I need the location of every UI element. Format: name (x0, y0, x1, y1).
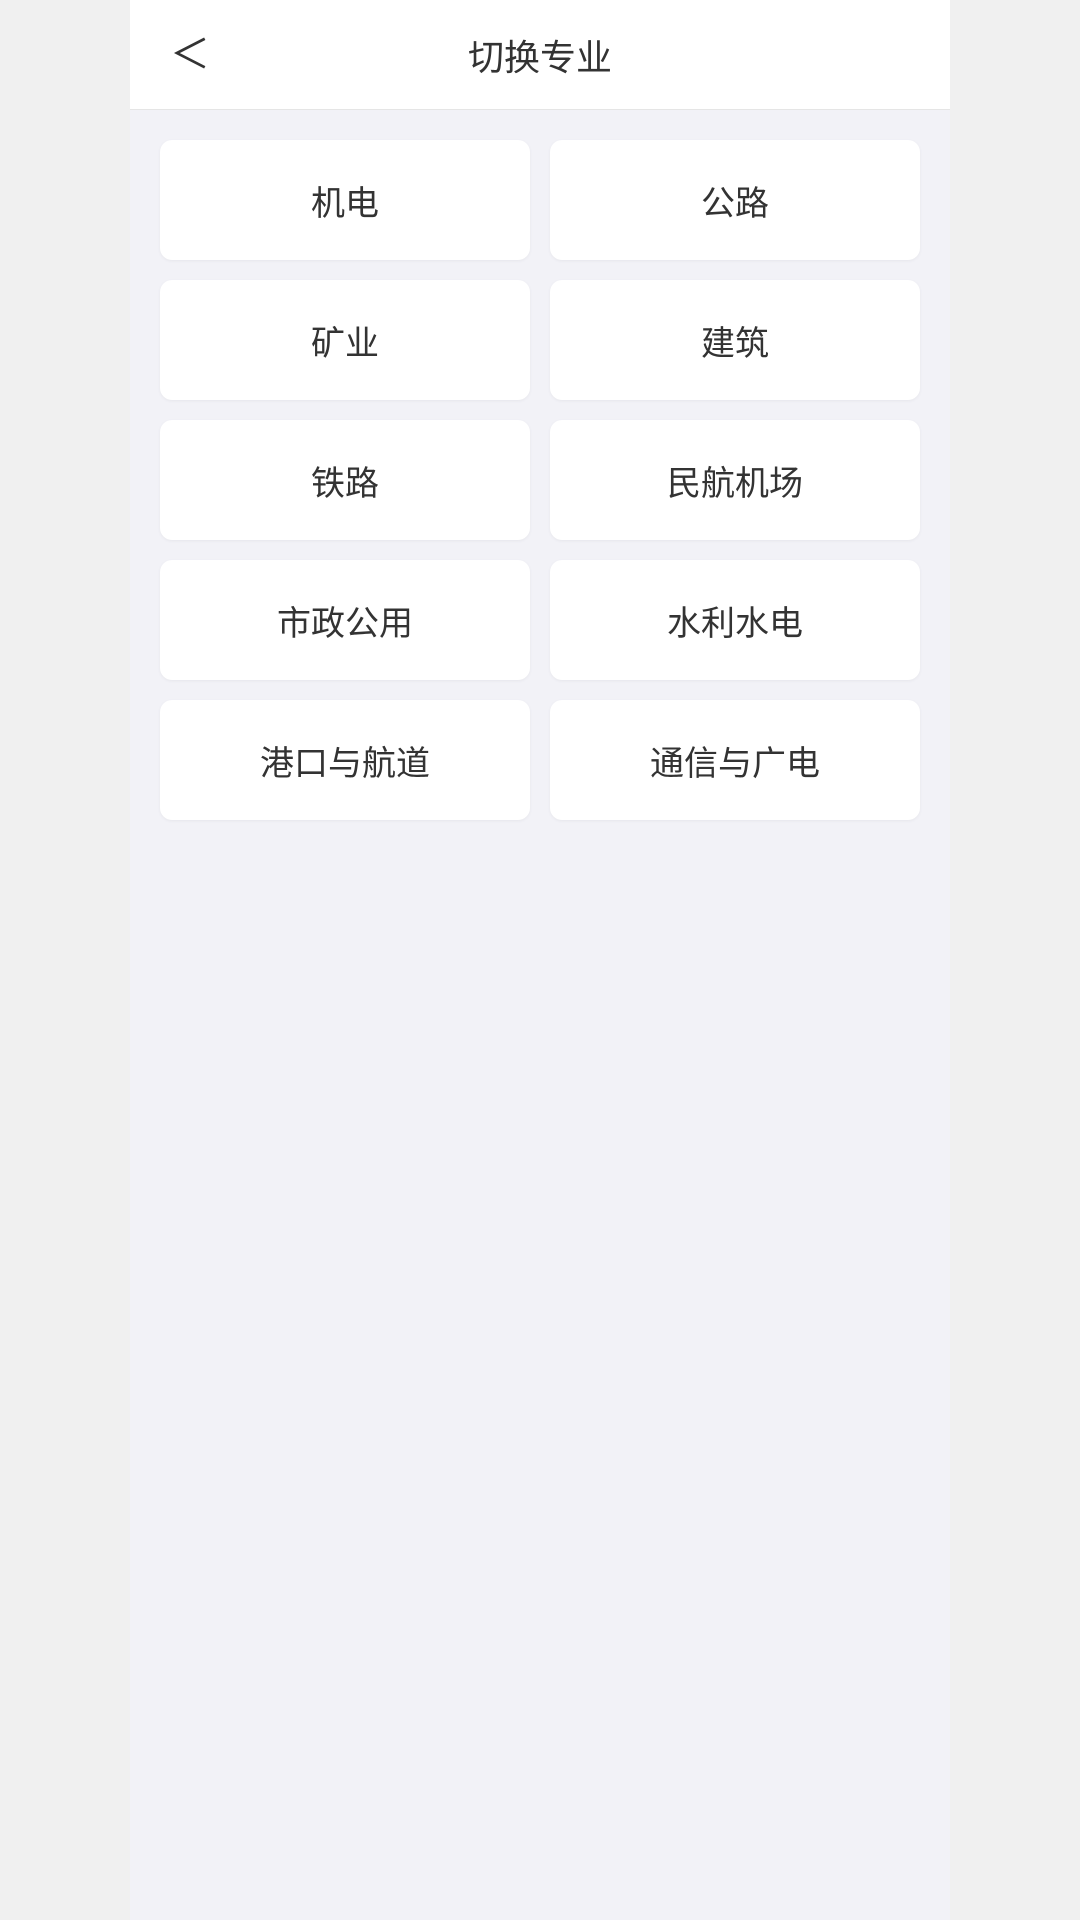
grid-item-label-tielu: 铁路 (311, 456, 379, 505)
grid-item-minhang[interactable]: 民航机场 (550, 420, 920, 540)
grid-item-jidian[interactable]: 机电 (160, 140, 530, 260)
phone-container: ＜ 切换专业 机电 公路矿业 建筑铁路 民航机场市政公用 水利水电港口与航道 通信与广电 (130, 0, 950, 1920)
grid-item-label-minhang: 民航机场 (667, 456, 803, 505)
header: ＜ 切换专业 (130, 0, 950, 110)
grid-item-gonglu[interactable]: 公路 (550, 140, 920, 260)
grid-item-tongxin[interactable]: 通信与广电 (550, 700, 920, 820)
back-button[interactable]: ＜ (160, 25, 220, 85)
grid-item-label-shuili: 水利水电 (667, 596, 803, 645)
grid-item-label-tongxin: 通信与广电 (650, 736, 820, 785)
back-icon: ＜ (170, 33, 210, 77)
grid-item-gangkou[interactable]: 港口与航道 (160, 700, 530, 820)
grid-item-tielu[interactable]: 铁路 (160, 420, 530, 540)
grid-item-label-jidian: 机电 (311, 176, 379, 225)
content-area: 机电 公路矿业 建筑铁路 民航机场市政公用 水利水电港口与航道 通信与广电 (130, 110, 950, 850)
grid-item-label-jianzhu: 建筑 (701, 316, 769, 365)
grid-item-label-gonglu: 公路 (701, 176, 769, 225)
grid-item-shizhenggongyong[interactable]: 市政公用 (160, 560, 530, 680)
specialty-grid: 机电 公路矿业 建筑铁路 民航机场市政公用 水利水电港口与航道 通信与广电 (160, 140, 920, 820)
grid-item-kuangye[interactable]: 矿业 (160, 280, 530, 400)
grid-item-label-gangkou: 港口与航道 (260, 736, 430, 785)
grid-item-label-shizhenggongyong: 市政公用 (277, 596, 413, 645)
grid-item-label-kuangye: 矿业 (311, 316, 379, 365)
grid-item-shuili[interactable]: 水利水电 (550, 560, 920, 680)
grid-item-jianzhu[interactable]: 建筑 (550, 280, 920, 400)
page-title: 切换专业 (468, 29, 612, 81)
